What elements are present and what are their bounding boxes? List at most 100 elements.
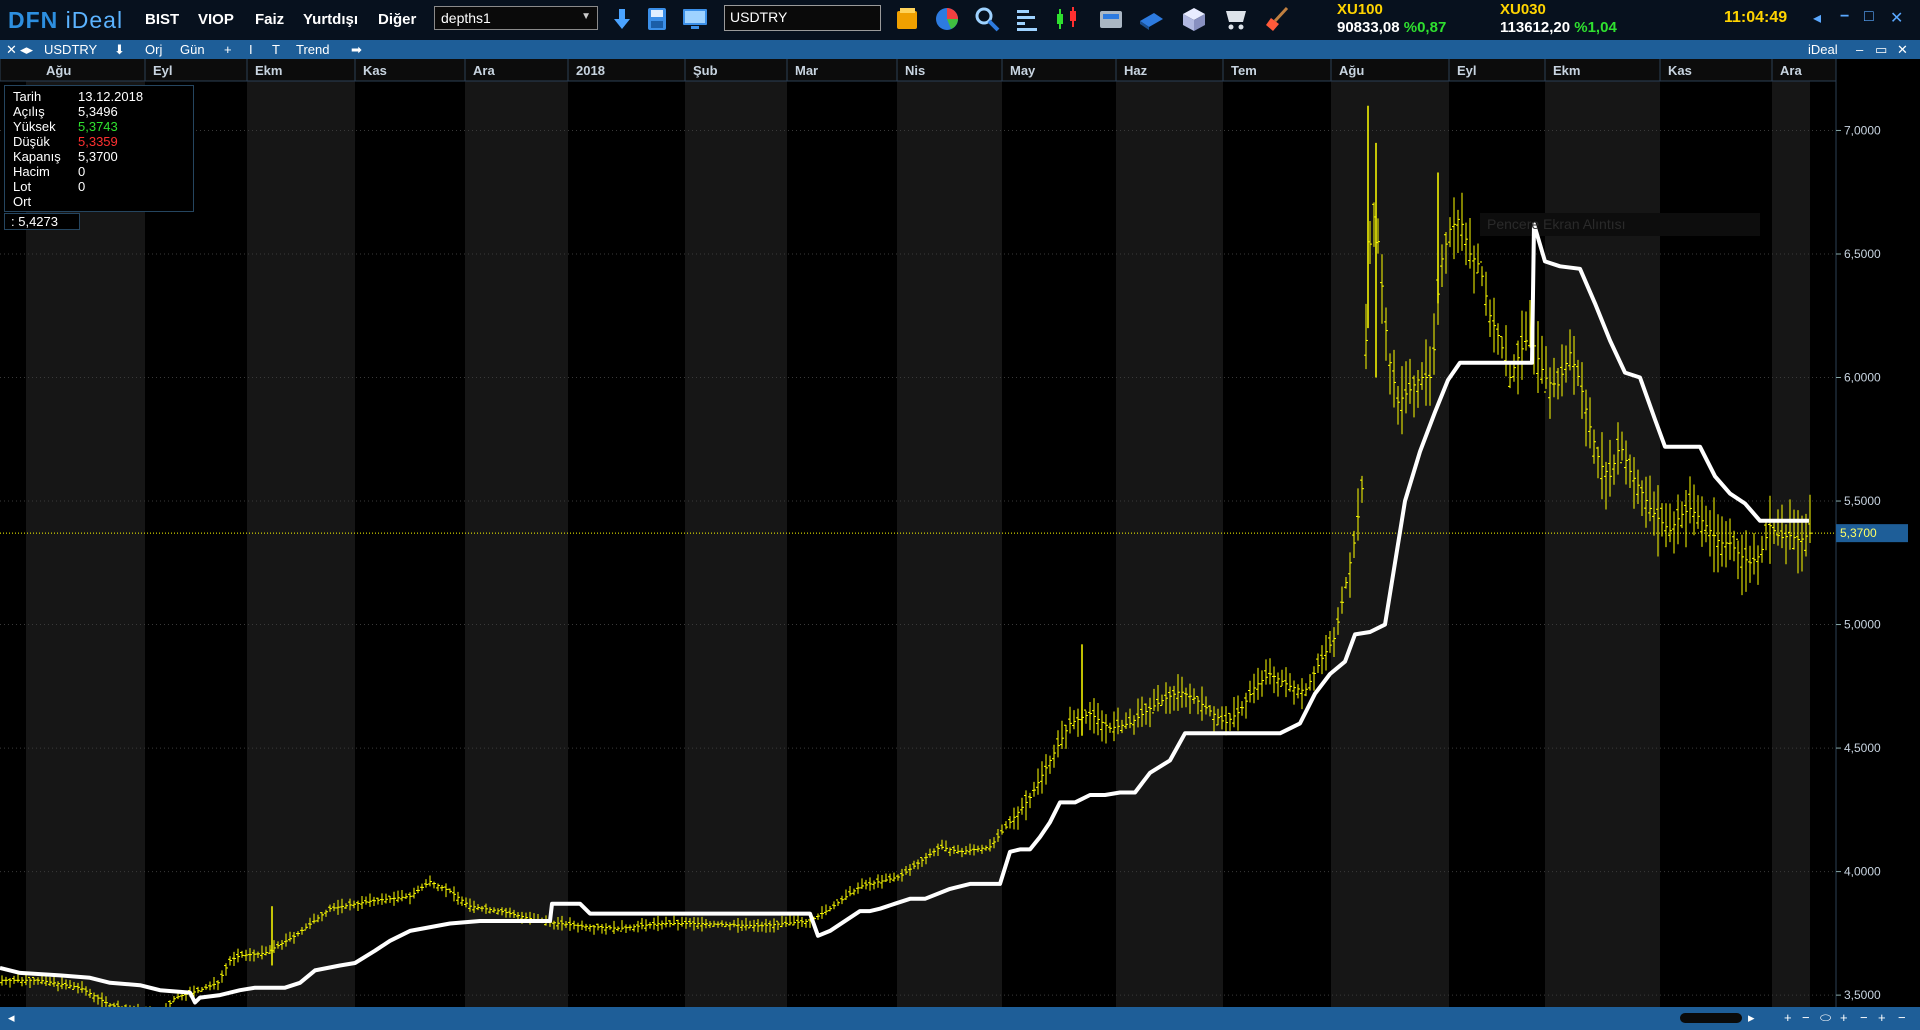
info-key: Kapanış [13, 149, 61, 164]
app-logo: DFN iDeal [8, 7, 123, 34]
month-band [247, 81, 355, 1007]
y-tick-label: 3,5000 [1844, 988, 1881, 1002]
chart-brand: iDeal [1808, 42, 1838, 57]
menu-yurtdisi[interactable]: Yurtdışı [303, 11, 358, 28]
forward-arrow-icon[interactable]: ➡ [351, 42, 362, 58]
month-label: Ağu [1339, 63, 1364, 78]
back-arrow-icon[interactable]: ◂ [1813, 8, 1821, 28]
month-band [1331, 81, 1449, 1007]
scroll-left-icon[interactable]: ◂ [8, 1010, 15, 1026]
zoom-out-icon-2[interactable]: − [1860, 1010, 1868, 1025]
index-value-xu100: 90833,08 %0,87 [1337, 19, 1446, 36]
cube-icon[interactable] [1180, 5, 1208, 33]
y-tick-label: 7,0000 [1844, 123, 1881, 137]
month-label: Mar [795, 63, 818, 78]
download-arrow-icon[interactable] [608, 5, 636, 33]
text-icon[interactable]: T [272, 42, 280, 57]
trend-button[interactable]: Trend [296, 42, 329, 57]
fit-icon[interactable]: ⬭ [1820, 1010, 1831, 1026]
info-value: 5,3359 [78, 134, 118, 149]
bar-icon[interactable]: I [249, 42, 253, 57]
y-tick-label: 4,5000 [1844, 741, 1881, 755]
cursor-value: : 5,4273 [4, 213, 80, 230]
ohlc-info-box: Tarih 13.12.2018 Açılış 5,3496 Yüksek 5,3743 D… [4, 85, 194, 212]
index-value-xu030: 113612,20 %1,04 [1500, 19, 1617, 36]
month-label: Kas [1668, 63, 1692, 78]
watermark-text: Pencere Ekran Alıntısı [1487, 216, 1626, 232]
month-band [568, 81, 685, 1007]
broom-icon[interactable] [1263, 5, 1291, 33]
menu-viop[interactable]: VIOP [198, 11, 234, 28]
chart-symbol[interactable]: USDTRY [44, 42, 97, 57]
index-price-xu030: 113612,20 [1500, 19, 1571, 36]
month-label: Şub [693, 63, 718, 78]
y-tick-label: 6,0000 [1844, 371, 1881, 385]
minimize-icon[interactable]: − [1840, 8, 1849, 26]
maximize-icon[interactable]: □ [1864, 8, 1874, 26]
zoom-in-icon[interactable]: + [1784, 1010, 1792, 1025]
month-label: 2018 [576, 63, 605, 78]
last-price-label: 5,3700 [1840, 526, 1877, 540]
layout-combo[interactable]: depths1 ▼ [434, 6, 598, 30]
logo-main-text: DFN [8, 7, 59, 33]
candlestick-icon[interactable] [1053, 5, 1081, 33]
chart-minimize-icon[interactable]: – [1856, 42, 1863, 57]
chart-toolbar: ✕ ◂▸ USDTRY ⬇ Orj Gün + I T Trend ➡ iDea… [0, 40, 1920, 59]
menu-diger[interactable]: Diğer [378, 11, 416, 28]
month-label: Ara [1780, 63, 1802, 78]
period-button[interactable]: Gün [180, 42, 205, 57]
zoom-out-icon[interactable]: − [1802, 1010, 1810, 1025]
chart-close-icon[interactable]: ✕ [6, 42, 17, 58]
month-label: Nis [905, 63, 925, 78]
month-label: Ağu [46, 63, 71, 78]
chevron-down-icon: ▼ [581, 11, 591, 22]
plus-icon[interactable]: + [224, 42, 232, 57]
month-band [1002, 81, 1116, 1007]
calculator-icon[interactable] [1097, 5, 1125, 33]
index-name-xu100: XU100 [1337, 1, 1383, 18]
y-tick-label: 5,5000 [1844, 494, 1881, 508]
bottom-scrollbar[interactable]: ◂ ▸ + − ⬭ + − + − [0, 1007, 1920, 1030]
month-label: Haz [1124, 63, 1148, 78]
chart-arrows-icon[interactable]: ◂▸ [20, 42, 33, 58]
info-key: Lot [13, 179, 32, 194]
month-band [465, 81, 568, 1007]
download-arrow-icon[interactable]: ⬇ [114, 42, 125, 58]
menu-bist[interactable]: BIST [145, 11, 179, 28]
minus-icon-2[interactable]: − [1898, 1010, 1906, 1025]
close-icon[interactable]: ✕ [1890, 8, 1903, 28]
pie-chart-icon[interactable] [933, 5, 961, 33]
month-label: May [1010, 63, 1036, 78]
monitor-icon[interactable] [681, 5, 709, 33]
cart-icon[interactable] [1222, 5, 1250, 33]
plus-icon-2[interactable]: + [1878, 1010, 1886, 1025]
info-key: Yüksek [13, 119, 56, 134]
month-label: Ekm [255, 63, 282, 78]
chart-canvas[interactable]: Ağu Eyl Ekm Kas Ara 2018 Şub Mar Nis May Haz Tem Ağu… [0, 59, 1920, 1007]
info-key: Tarih [13, 89, 42, 104]
info-key: Düşük [13, 134, 50, 149]
orj-button[interactable]: Orj [145, 42, 162, 57]
info-value: 0 [78, 164, 86, 179]
chart-close-icon[interactable]: ✕ [1897, 42, 1908, 58]
index-pct-xu030: %1,04 [1574, 19, 1617, 36]
info-value: 0 [78, 179, 86, 194]
magnifier-icon[interactable] [973, 5, 1001, 33]
save-file-icon[interactable] [643, 5, 671, 33]
month-band [787, 81, 897, 1007]
info-value: 5,3496 [78, 104, 118, 119]
book-icon[interactable] [1137, 5, 1165, 33]
zoom-in-icon-2[interactable]: + [1840, 1010, 1848, 1025]
price-chart[interactable]: Ağu Eyl Ekm Kas Ara 2018 Şub Mar Nis May Haz Tem Ağu… [0, 59, 1920, 1007]
month-band [1223, 81, 1331, 1007]
chart-restore-icon[interactable]: ▭ [1875, 42, 1887, 58]
scroll-right-icon[interactable]: ▸ [1748, 1010, 1755, 1026]
info-value: 5,3700 [78, 149, 118, 164]
folder-icon[interactable] [893, 5, 921, 33]
clock: 11:04:49 [1724, 9, 1788, 26]
scroll-thumb[interactable] [1680, 1013, 1742, 1023]
align-lines-icon[interactable] [1013, 5, 1041, 33]
index-price-xu100: 90833,08 [1337, 19, 1400, 36]
symbol-input[interactable]: USDTRY [724, 5, 881, 31]
menu-faiz[interactable]: Faiz [255, 11, 284, 28]
